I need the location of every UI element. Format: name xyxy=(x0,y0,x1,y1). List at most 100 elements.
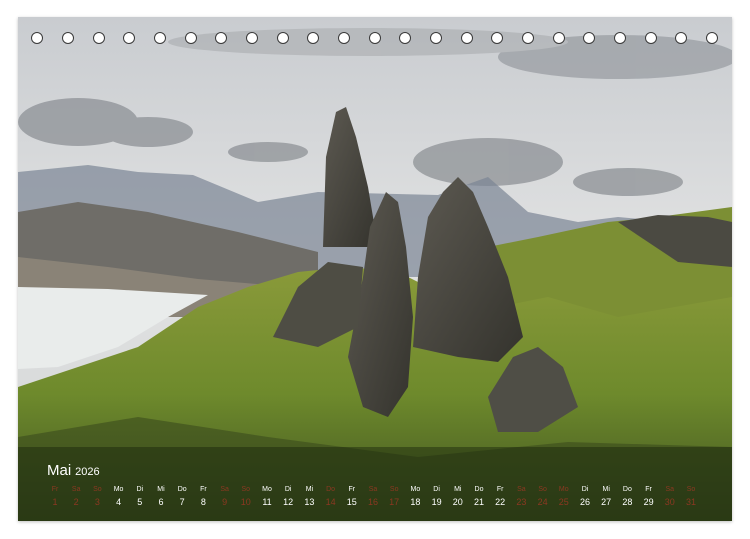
weekday-label: Mo xyxy=(262,486,272,493)
weekday-label: Sa xyxy=(368,486,378,493)
day-number: 21 xyxy=(473,497,484,507)
day-cell: Do 14 xyxy=(320,485,342,509)
day-number: 31 xyxy=(685,497,696,507)
weekday-label: So xyxy=(389,486,399,493)
day-cell: Fr 15 xyxy=(341,485,363,509)
day-number: 11 xyxy=(262,497,272,507)
binding-rings xyxy=(18,32,732,48)
ring-hole xyxy=(369,32,381,44)
day-cell: Sa 16 xyxy=(362,485,384,509)
day-cell: Sa 2 xyxy=(65,485,87,509)
day-number: 27 xyxy=(601,497,612,507)
day-cell: Di 12 xyxy=(277,485,299,509)
day-cell: Mo 25 xyxy=(553,485,575,509)
ring-hole xyxy=(675,32,687,44)
weekday-label: Do xyxy=(474,486,484,493)
day-cell: Di 19 xyxy=(426,485,448,509)
ring-hole xyxy=(215,32,227,44)
day-number: 4 xyxy=(116,497,122,507)
day-cell: Sa 9 xyxy=(214,485,236,509)
weekday-label: Mo xyxy=(558,486,569,493)
day-number: 5 xyxy=(137,497,143,507)
day-cell: Do 28 xyxy=(616,485,638,509)
day-cell: Do 7 xyxy=(171,485,193,509)
day-number: 25 xyxy=(558,497,569,507)
day-cell: Sa 23 xyxy=(510,485,532,509)
weekday-label: Mi xyxy=(305,486,314,493)
day-number: 15 xyxy=(346,497,357,507)
day-cell: Mi 6 xyxy=(150,485,172,509)
ring-hole xyxy=(399,32,411,44)
ring-hole xyxy=(522,32,534,44)
day-number: 12 xyxy=(283,497,294,507)
weekday-label: Mo xyxy=(113,486,124,493)
day-number: 7 xyxy=(179,497,185,507)
day-cell: Fr 29 xyxy=(638,485,660,509)
weekday-label: Di xyxy=(433,486,440,493)
day-number: 26 xyxy=(579,497,590,507)
ring-hole xyxy=(307,32,319,44)
day-number: 16 xyxy=(367,497,378,507)
day-cell: Sa 30 xyxy=(659,485,681,509)
day-cell: So 3 xyxy=(86,485,108,509)
ring-hole xyxy=(185,32,197,44)
day-number: 19 xyxy=(431,497,442,507)
day-number: 8 xyxy=(200,497,206,507)
day-number: 9 xyxy=(222,497,228,507)
weekday-label: So xyxy=(686,486,696,493)
ring-hole xyxy=(553,32,565,44)
day-cell: Mi 27 xyxy=(595,485,617,509)
day-number: 28 xyxy=(622,497,633,507)
day-number: 20 xyxy=(452,497,463,507)
day-cell: So 24 xyxy=(532,485,554,509)
day-cell: Mi 20 xyxy=(447,485,469,509)
day-cell: Fr 1 xyxy=(44,485,66,509)
day-cell: Mo 4 xyxy=(108,485,130,509)
day-number: 14 xyxy=(325,497,336,507)
weekday-label: So xyxy=(241,486,251,493)
weekday-label: Fr xyxy=(348,486,356,493)
day-cell: Mo 11 xyxy=(256,485,278,509)
weekday-label: Sa xyxy=(665,486,675,493)
ring-hole xyxy=(706,32,718,44)
day-number: 6 xyxy=(158,497,164,507)
year-label: 2026 xyxy=(75,466,100,478)
day-number: 17 xyxy=(389,497,400,507)
day-number: 30 xyxy=(664,497,675,507)
day-cell: Fr 8 xyxy=(192,485,214,509)
weekday-label: Do xyxy=(326,486,336,493)
weekday-label: Mi xyxy=(602,486,610,493)
day-row: Fr 1 Sa 2 So 3 Mo 4 Di 5 Mi 6 Do 7 Fr 8 Sa 9 So 10 Mo 11 Di 12 M… xyxy=(18,485,732,515)
ring-hole xyxy=(31,32,43,44)
ring-hole xyxy=(154,32,166,44)
weekday-label: Sa xyxy=(71,486,81,493)
weekday-label: Fr xyxy=(200,486,207,493)
day-number: 29 xyxy=(643,497,654,507)
day-number: 24 xyxy=(537,497,548,507)
ring-hole xyxy=(491,32,503,44)
weekday-label: Fr xyxy=(496,486,504,493)
weekday-label: So xyxy=(93,486,102,493)
ring-hole xyxy=(277,32,289,44)
month-title: Mai 2026 xyxy=(47,462,100,479)
day-cell: So 17 xyxy=(383,485,405,509)
day-number: 23 xyxy=(516,497,527,507)
ring-hole xyxy=(583,32,595,44)
day-cell: So 31 xyxy=(680,485,702,509)
day-cell: Di 26 xyxy=(574,485,596,509)
day-number: 1 xyxy=(52,497,58,507)
day-cell: Do 21 xyxy=(468,485,490,509)
weekday-label: Mi xyxy=(157,486,165,493)
weekday-label: Sa xyxy=(220,486,229,493)
weekday-label: So xyxy=(538,486,547,493)
weekday-label: Sa xyxy=(517,486,526,493)
day-cell: Fr 22 xyxy=(489,485,511,509)
ring-hole xyxy=(123,32,135,44)
weekday-label: Di xyxy=(136,486,144,493)
day-number: 10 xyxy=(240,497,251,507)
ring-hole xyxy=(246,32,258,44)
weekday-label: Do xyxy=(622,486,632,493)
landscape-photo xyxy=(18,17,732,521)
day-cell: Di 5 xyxy=(129,485,151,509)
day-number: 22 xyxy=(495,497,506,507)
